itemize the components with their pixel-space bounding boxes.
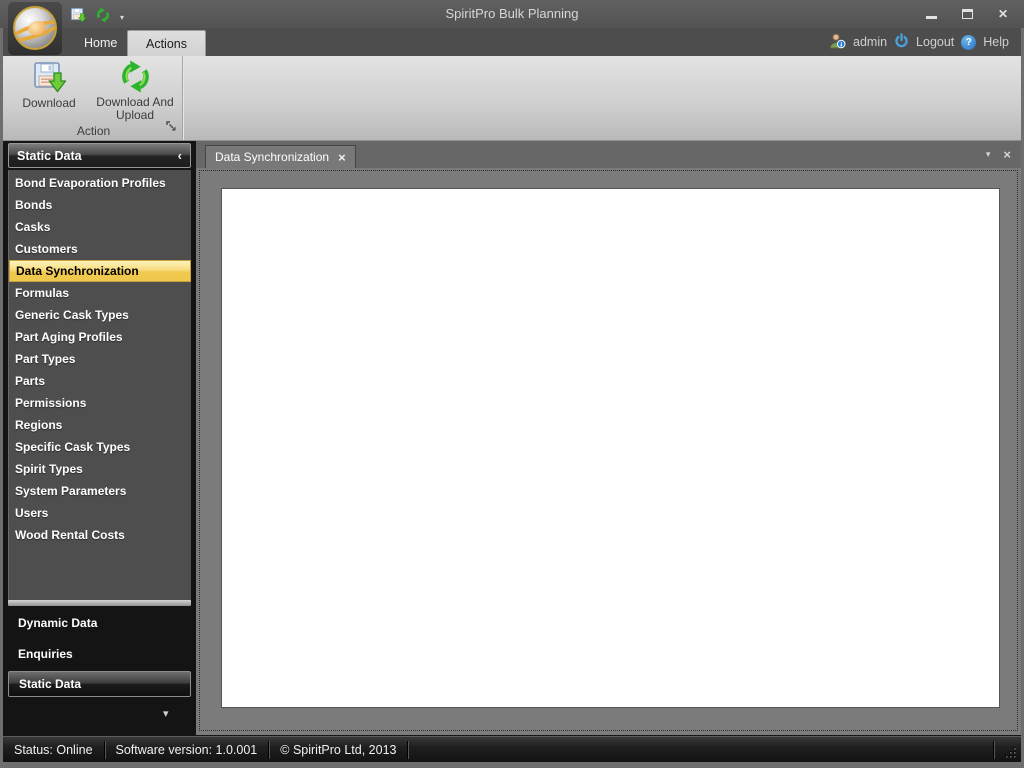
download-label: Download (22, 96, 76, 110)
sidebar-item-bonds[interactable]: Bonds (9, 194, 191, 216)
download-upload-icon (119, 58, 152, 93)
sidebar-section-dynamic-data[interactable]: Dynamic Data (8, 612, 191, 634)
copyright-label: © SpiritPro Ltd, 2013 (280, 742, 397, 757)
orb-icon (13, 6, 57, 50)
help-button[interactable]: Help (983, 35, 1009, 49)
user-bar: admin Logout ? Help (829, 28, 1009, 56)
download-upload-label: Download And Upload (96, 95, 174, 122)
sidebar-item-specific-cask-types[interactable]: Specific Cask Types (9, 436, 191, 458)
status-separator (993, 740, 994, 759)
document-tab-strip: Data Synchronization × ▾ × (196, 141, 1021, 168)
sidebar-splitter[interactable] (8, 600, 191, 606)
tab-actions[interactable]: Actions (127, 30, 206, 56)
sidebar-item-part-aging-profiles[interactable]: Part Aging Profiles (9, 326, 191, 348)
status-bar: Status: Online Software version: 1.0.001… (3, 736, 1021, 762)
sidebar-item-data-synchronization[interactable]: Data Synchronization (9, 260, 191, 282)
resize-grip[interactable] (1004, 746, 1017, 762)
application-window: { "window": { "title": "SpiritPro Bulk P… (0, 0, 1024, 768)
document-panel: Data Synchronization × ▾ × (196, 141, 1021, 735)
username-label: admin (853, 35, 888, 49)
save-download-icon[interactable] (70, 7, 87, 28)
dialog-launcher-icon[interactable] (166, 119, 177, 137)
status-online-label: Status: Online (14, 742, 93, 757)
sidebar-item-parts[interactable]: Parts (9, 370, 191, 392)
window-title: SpiritPro Bulk Planning (445, 6, 579, 21)
download-icon (32, 58, 66, 94)
sidebar-nav-list: Bond Evaporation Profiles Bonds Casks Cu… (8, 170, 191, 601)
sidebar-item-bond-evaporation-profiles[interactable]: Bond Evaporation Profiles (9, 172, 191, 194)
sidebar-item-generic-cask-types[interactable]: Generic Cask Types (9, 304, 191, 326)
data-synchronization-panel (221, 188, 1000, 708)
document-content-area (199, 170, 1018, 731)
download-and-upload-button[interactable]: Download And Upload (93, 58, 177, 122)
ribbon-tab-row: Home Actions admin Logout ? Help (3, 28, 1021, 56)
document-tab-label: Data Synchronization (215, 150, 330, 164)
maximize-button[interactable] (956, 6, 978, 22)
logout-button[interactable]: Logout (916, 35, 954, 49)
sidebar-header-label: Static Data (17, 148, 82, 163)
help-icon: ? (961, 34, 977, 50)
sidebar-header[interactable]: Static Data ‹ (8, 143, 191, 168)
minimize-button[interactable] (920, 6, 942, 22)
sidebar-item-users[interactable]: Users (9, 502, 191, 524)
collapse-chevron-icon[interactable]: ‹ (178, 148, 182, 163)
main-region: Static Data ‹ Bond Evaporation Profiles … (3, 141, 1021, 736)
sidebar-section-enquiries[interactable]: Enquiries (8, 643, 191, 665)
user-icon (829, 33, 846, 52)
quick-access-toolbar: ▾ (70, 7, 124, 28)
sidebar-section-static-data[interactable]: Static Data (8, 671, 191, 697)
ribbon: Download Download And Upload Action (3, 56, 1021, 141)
ribbon-group-action: Download Download And Upload Action (5, 56, 183, 140)
tab-home[interactable]: Home (66, 30, 135, 56)
sidebar-item-formulas[interactable]: Formulas (9, 282, 191, 304)
sidebar-item-regions[interactable]: Regions (9, 414, 191, 436)
qat-dropdown-icon[interactable]: ▾ (120, 13, 124, 22)
software-version-label: Software version: 1.0.001 (115, 742, 258, 757)
document-close-icon[interactable]: × (1003, 147, 1011, 162)
document-tab-data-synchronization[interactable]: Data Synchronization × (205, 145, 356, 168)
sidebar-item-wood-rental-costs[interactable]: Wood Rental Costs (9, 524, 191, 546)
download-button[interactable]: Download (7, 58, 91, 122)
title-bar: SpiritPro Bulk Planning ✕ (0, 0, 1024, 28)
close-button[interactable]: ✕ (992, 6, 1014, 22)
sidebar-item-permissions[interactable]: Permissions (9, 392, 191, 414)
maximize-icon (961, 9, 973, 19)
minimize-icon (925, 15, 937, 19)
app-logo[interactable] (8, 2, 62, 55)
sidebar-item-spirit-types[interactable]: Spirit Types (9, 458, 191, 480)
status-separator (407, 740, 409, 759)
sidebar-item-customers[interactable]: Customers (9, 238, 191, 260)
sidebar-item-part-types[interactable]: Part Types (9, 348, 191, 370)
power-icon (894, 33, 909, 51)
tab-list-dropdown-icon[interactable]: ▾ (986, 149, 991, 160)
sync-icon[interactable] (95, 7, 111, 28)
tab-close-icon[interactable]: × (338, 150, 346, 165)
sidebar-item-casks[interactable]: Casks (9, 216, 191, 238)
sidebar-item-system-parameters[interactable]: System Parameters (9, 480, 191, 502)
close-icon: ✕ (997, 7, 1009, 21)
ribbon-group-label: Action (76, 124, 111, 138)
sidebar-overflow-icon[interactable]: ▾ (163, 707, 169, 720)
